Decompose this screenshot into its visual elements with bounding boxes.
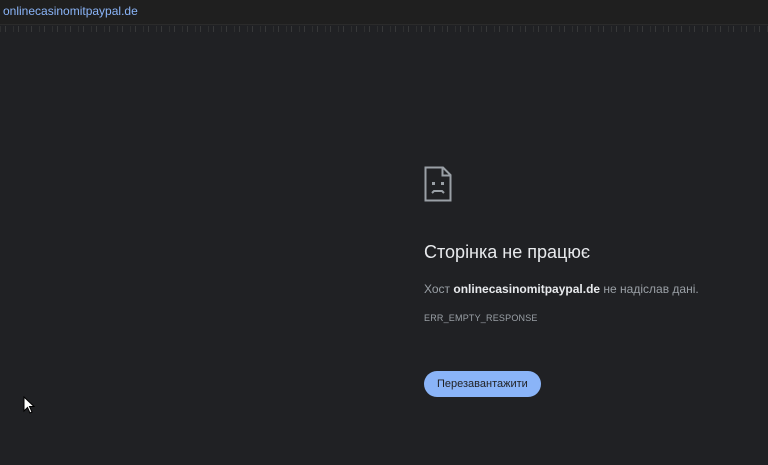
render-artifact-line — [0, 26, 768, 32]
error-description: Хост onlinecasinomitpaypal.de не надісла… — [424, 282, 754, 296]
address-bar[interactable]: onlinecasinomitpaypal.de — [0, 0, 768, 25]
mouse-cursor-icon — [23, 396, 35, 414]
description-suffix: не надіслав дані. — [600, 282, 699, 296]
description-prefix: Хост — [424, 282, 454, 296]
error-host: onlinecasinomitpaypal.de — [453, 282, 601, 296]
url-text[interactable]: onlinecasinomitpaypal.de — [3, 4, 138, 18]
page-title: Сторінка не працює — [424, 242, 590, 262]
reload-button[interactable]: Перезавантажити — [424, 371, 541, 397]
sad-page-icon — [424, 166, 452, 202]
error-content: Сторінка не працює Хост onlinecasinomitp… — [424, 166, 754, 397]
error-code: ERR_EMPTY_RESPONSE — [424, 313, 538, 323]
